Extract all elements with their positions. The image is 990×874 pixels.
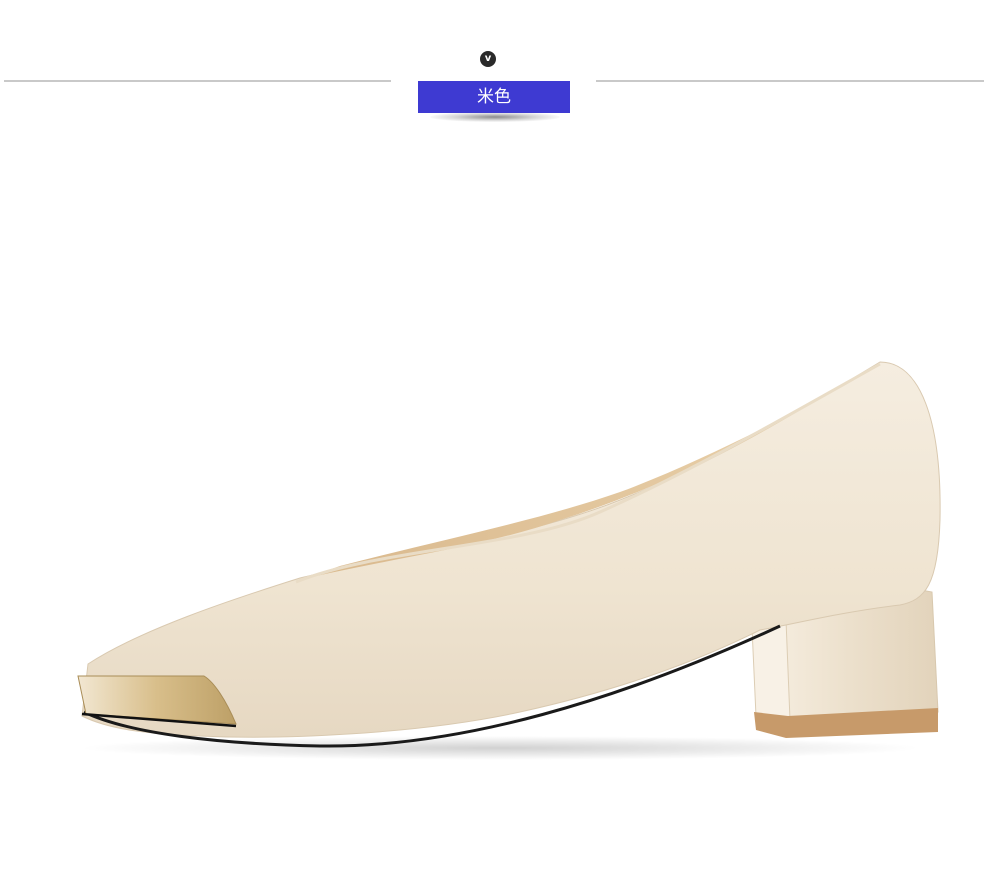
beige-pump-shoe-image — [77, 361, 941, 760]
product-color-page: v 米色 — [0, 0, 990, 874]
